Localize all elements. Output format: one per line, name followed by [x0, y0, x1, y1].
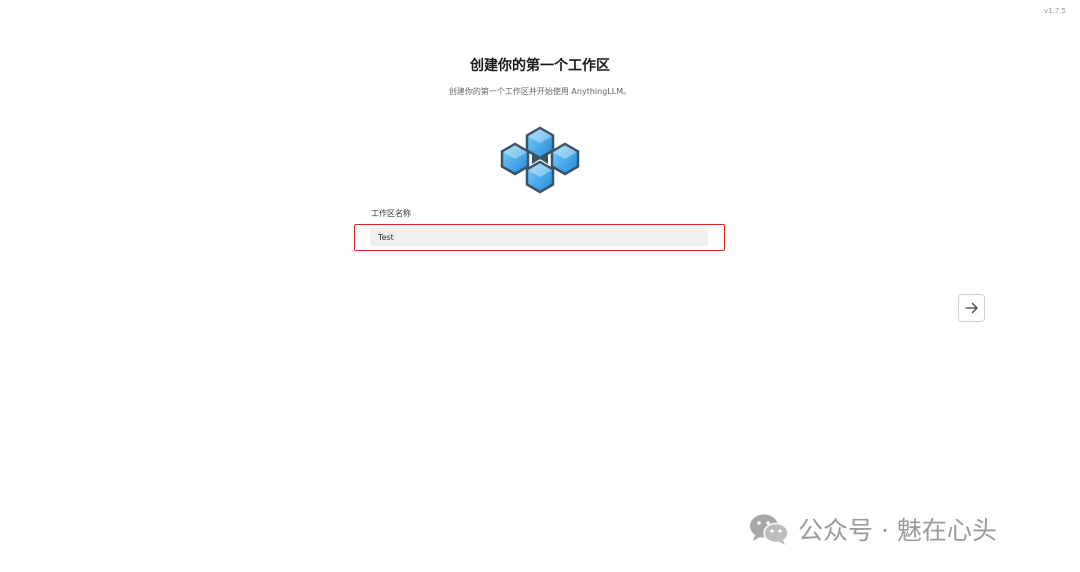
wechat-icon — [750, 514, 789, 545]
arrow-right-icon — [964, 302, 978, 314]
page-subtitle: 创建你的第一个工作区并开始使用 AnythingLLM。 — [448, 87, 632, 96]
page-title: 创建你的第一个工作区 — [470, 58, 610, 74]
watermark-text: 公众号 · 魅在心头 — [798, 516, 997, 545]
watermark: 公众号 · 魅在心头 — [748, 511, 997, 547]
workspace-cubes-icon — [500, 126, 580, 194]
onboarding-page: v1.7.5 创建你的第一个工作区 创建你的第一个工作区并开始使用 Anythi… — [0, 0, 1080, 572]
version-label: v1.7.5 — [1044, 7, 1066, 15]
workspace-name-input[interactable]: Test — [370, 228, 708, 246]
workspace-name-label: 工作区名称 — [371, 209, 411, 218]
next-button[interactable] — [958, 294, 985, 322]
